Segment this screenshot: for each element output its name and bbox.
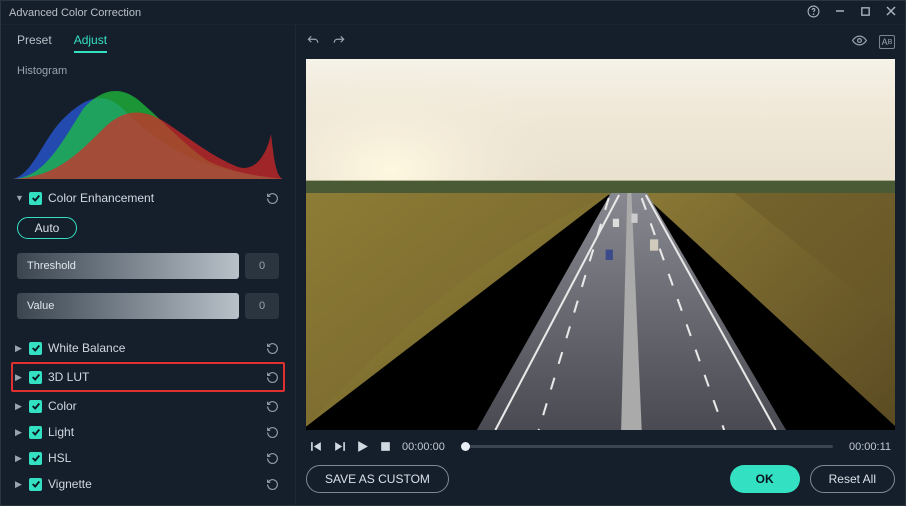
checkbox-3d-lut[interactable] — [29, 371, 42, 384]
checkbox-hsl[interactable] — [29, 452, 42, 465]
tab-adjust[interactable]: Adjust — [74, 33, 107, 53]
light-label: Light — [48, 425, 257, 439]
threshold-slider[interactable]: Threshold 0 — [17, 253, 279, 279]
reset-icon[interactable] — [263, 475, 281, 493]
timeline-slider[interactable] — [461, 445, 833, 448]
redo-icon[interactable] — [332, 34, 346, 51]
reset-icon[interactable] — [263, 189, 281, 207]
checkbox-color-enhancement[interactable] — [29, 192, 42, 205]
section-color-enhancement[interactable]: ▼ Color Enhancement — [13, 185, 283, 211]
tab-preset[interactable]: Preset — [17, 33, 52, 53]
color-label: Color — [48, 399, 257, 413]
undo-icon[interactable] — [306, 34, 320, 51]
time-current: 00:00:00 — [402, 441, 445, 453]
checkbox-light[interactable] — [29, 426, 42, 439]
checkbox-vignette[interactable] — [29, 478, 42, 491]
chevron-right-icon: ▶ — [15, 453, 23, 464]
time-total: 00:00:11 — [849, 441, 891, 453]
stop-icon[interactable] — [379, 440, 392, 453]
eye-icon[interactable] — [852, 33, 867, 51]
reset-icon[interactable] — [263, 397, 281, 415]
chevron-down-icon: ▼ — [15, 193, 23, 203]
main-panel: AB — [296, 25, 905, 505]
section-vignette[interactable]: ▶ Vignette — [13, 471, 283, 497]
histogram — [13, 79, 283, 179]
section-light[interactable]: ▶ Light — [13, 419, 283, 445]
prev-frame-icon[interactable] — [310, 440, 323, 453]
value-slider[interactable]: Value 0 — [17, 293, 279, 319]
window-title: Advanced Color Correction — [9, 7, 141, 19]
play-icon[interactable] — [356, 440, 369, 453]
chevron-right-icon: ▶ — [15, 401, 23, 412]
window-controls — [807, 5, 897, 21]
reset-icon[interactable] — [263, 368, 281, 386]
help-icon[interactable] — [807, 5, 820, 21]
compare-icon[interactable]: AB — [879, 35, 895, 49]
reset-icon[interactable] — [263, 339, 281, 357]
reset-icon[interactable] — [263, 423, 281, 441]
threshold-label[interactable]: Threshold — [17, 253, 239, 279]
chevron-right-icon: ▶ — [15, 479, 23, 490]
transport-bar: 00:00:00 00:00:11 — [306, 438, 895, 455]
chevron-right-icon: ▶ — [15, 427, 23, 438]
hsl-label: HSL — [48, 451, 257, 465]
section-white-balance[interactable]: ▶ White Balance — [13, 335, 283, 361]
save-as-custom-button[interactable]: SAVE AS CUSTOM — [306, 465, 449, 493]
value-value[interactable]: 0 — [245, 293, 279, 319]
highlighted-3d-lut: ▶ 3D LUT — [11, 362, 285, 392]
checkbox-color[interactable] — [29, 400, 42, 413]
auto-button[interactable]: Auto — [17, 217, 77, 239]
sidebar: Preset Adjust Histogram ▼ Color Enhancem… — [1, 25, 296, 505]
chevron-right-icon: ▶ — [15, 372, 23, 383]
maximize-icon[interactable] — [860, 6, 871, 20]
timeline-thumb[interactable] — [461, 442, 470, 451]
chevron-right-icon: ▶ — [15, 343, 23, 354]
threshold-value[interactable]: 0 — [245, 253, 279, 279]
minimize-icon[interactable] — [834, 5, 846, 20]
section-hsl[interactable]: ▶ HSL — [13, 445, 283, 471]
close-icon[interactable] — [885, 5, 897, 20]
vignette-label: Vignette — [48, 477, 257, 491]
reset-all-button[interactable]: Reset All — [810, 465, 895, 493]
ok-button[interactable]: OK — [730, 465, 800, 493]
section-3d-lut[interactable]: ▶ 3D LUT — [15, 366, 281, 388]
color-enhancement-label: Color Enhancement — [48, 191, 257, 205]
app-window: Advanced Color Correction Preset Adjust … — [0, 0, 906, 506]
reset-icon[interactable] — [263, 449, 281, 467]
footer: SAVE AS CUSTOM OK Reset All — [306, 455, 895, 493]
value-label[interactable]: Value — [17, 293, 239, 319]
histogram-label: Histogram — [13, 59, 283, 79]
checkbox-white-balance[interactable] — [29, 342, 42, 355]
next-frame-icon[interactable] — [333, 440, 346, 453]
section-color[interactable]: ▶ Color — [13, 393, 283, 419]
white-balance-label: White Balance — [48, 341, 257, 355]
sidebar-tabs: Preset Adjust — [13, 31, 283, 59]
video-preview — [306, 59, 895, 430]
titlebar: Advanced Color Correction — [1, 1, 905, 25]
3d-lut-label: 3D LUT — [48, 370, 257, 384]
main-header: AB — [306, 31, 895, 53]
